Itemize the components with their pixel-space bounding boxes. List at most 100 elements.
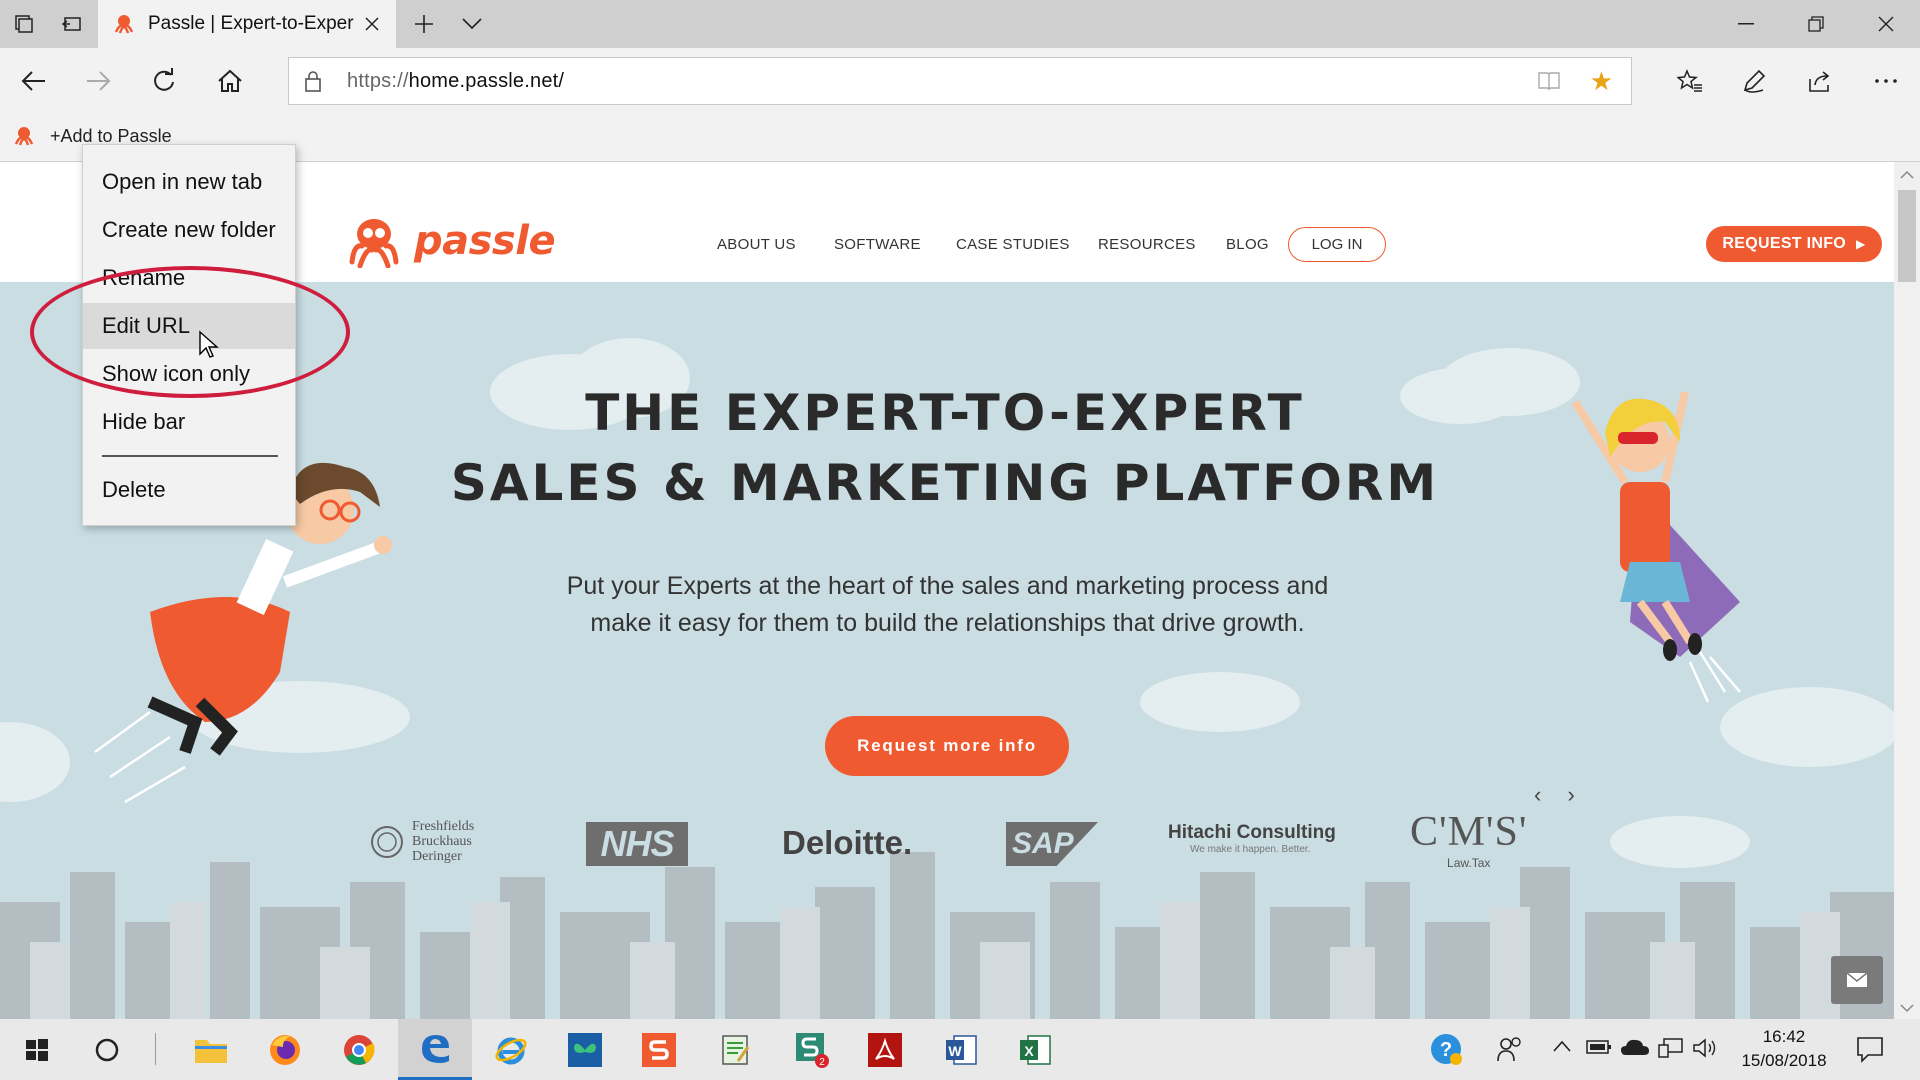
windows-logo-icon [26,1038,48,1061]
app-badge-count: 2 [819,1057,825,1068]
taskbar-divider [155,1033,156,1065]
svg-text:X: X [1024,1043,1034,1059]
url-protocol: https:// [347,70,409,92]
carousel-arrows[interactable]: ‹ › [1534,782,1585,808]
new-tab-icon[interactable] [400,0,448,48]
nav-about-us[interactable]: ABOUT US [717,236,796,253]
mail-icon [1846,972,1868,987]
nav-resources[interactable]: RESOURCES [1098,236,1196,253]
hitachi-tagline: We make it happen. Better. [1190,844,1311,855]
favorite-context-menu: Open in new tab Create new folder Rename… [82,144,296,526]
request-info-button[interactable]: REQUEST INFO ▶ [1706,226,1882,262]
taskbar-firefox-icon[interactable] [248,1019,322,1080]
tab-manager-icon[interactable] [0,0,48,48]
url-host: home.passle.net/ [408,70,565,92]
restore-icon[interactable] [1782,0,1850,48]
hero-title: THE EXPERT-TO-EXPERT SALES & MARKETING P… [420,378,1470,518]
help-icon[interactable]: ? [1428,1031,1464,1072]
client-logo-hitachi: Hitachi Consulting We make it happen. Be… [1168,822,1336,855]
system-clock[interactable]: 16:42 15/08/2018 [1722,1025,1846,1073]
request-more-info-button[interactable]: Request more info [825,716,1069,776]
nav-case-studies[interactable]: CASE STUDIES [956,236,1070,253]
tabs-aside-icon[interactable] [48,0,96,48]
menu-separator [102,455,278,457]
people-icon[interactable] [1496,1035,1524,1068]
menu-rename[interactable]: Rename [83,255,295,301]
network-icon[interactable] [1658,1037,1684,1064]
freshfields-line2: Bruckhaus [412,834,472,849]
clock-time: 16:42 [1762,1027,1806,1046]
start-button[interactable] [0,1019,74,1080]
close-window-icon[interactable] [1852,0,1920,48]
client-logo-freshfields: Freshfields Bruckhaus Deringer [370,819,474,864]
taskbar-acrobat-icon[interactable] [848,1019,922,1080]
passle-favicon-icon [14,127,34,146]
menu-open-in-new-tab[interactable]: Open in new tab [83,159,295,205]
contact-mail-button[interactable] [1831,956,1883,1004]
login-button[interactable]: LOG IN [1288,227,1386,262]
refresh-icon[interactable] [140,57,188,105]
address-bar[interactable]: https://home.passle.net/ ★ [288,57,1632,105]
tab-title: Passle | Expert-to-Exper [148,13,354,34]
tab-preview-chevron-icon[interactable] [448,0,496,48]
freshfields-line3: Deringer [412,849,462,864]
taskbar-butterfly-app-icon[interactable] [548,1019,622,1080]
favorite-star-icon[interactable]: ★ [1590,68,1613,94]
nav-blog[interactable]: BLOG [1226,236,1269,253]
freshfields-line1: Freshfields [412,819,475,834]
clock-date: 15/08/2018 [1741,1051,1827,1070]
cortana-search-button[interactable] [70,1019,144,1080]
nhs-label: NHS [600,823,674,864]
onedrive-cloud-icon[interactable] [1620,1037,1650,1062]
mouse-cursor-icon [199,330,219,358]
passle-favicon-icon [114,15,134,34]
taskbar-notepad-app-icon[interactable] [698,1019,772,1080]
taskbar-s-app-icon[interactable] [622,1019,696,1080]
menu-edit-url[interactable]: Edit URL [83,303,295,349]
cms-label: C'M'S' [1410,809,1528,855]
reading-view-icon[interactable] [1537,70,1561,97]
active-tab[interactable]: Passle | Expert-to-Exper [98,0,396,48]
hero-title-line1: THE EXPERT-TO-EXPERT [585,384,1305,442]
scroll-thumb[interactable] [1898,190,1916,282]
nav-software[interactable]: SOFTWARE [834,236,921,253]
logo-wordmark: passle [414,218,556,264]
menu-show-icon-only[interactable]: Show icon only [83,351,295,397]
home-icon[interactable] [206,57,254,105]
close-tab-icon[interactable] [358,10,386,38]
show-hidden-icons-chevron-icon[interactable] [1552,1039,1572,1058]
client-logo-deloitte: Deloitte. [782,824,913,861]
cms-tagline: Law.Tax [1447,856,1491,870]
octopus-logo-icon [349,219,399,268]
minimize-icon[interactable] [1712,0,1780,48]
taskbar-edge-icon[interactable] [398,1019,472,1080]
menu-create-new-folder[interactable]: Create new folder [83,207,295,253]
tab-bar: Passle | Expert-to-Exper [0,0,1920,48]
svg-text:W: W [948,1043,962,1059]
taskbar-excel-icon[interactable]: X [998,1019,1072,1080]
taskbar-chrome-icon[interactable] [322,1019,396,1080]
request-info-label: REQUEST INFO [1722,235,1847,252]
volume-icon[interactable] [1692,1037,1718,1064]
passle-logo[interactable]: passle [344,214,556,268]
back-icon[interactable] [10,57,58,105]
page-scrollbar[interactable] [1894,162,1920,1019]
taskbar-s-badge-app-icon[interactable]: 2 [774,1019,848,1080]
share-icon[interactable] [1796,57,1844,105]
favorites-hub-icon[interactable] [1666,57,1714,105]
taskbar-file-explorer-icon[interactable] [174,1019,248,1080]
navigation-bar: https://home.passle.net/ ★ [0,48,1920,114]
more-options-icon[interactable] [1862,57,1910,105]
taskbar-word-icon[interactable]: W [924,1019,998,1080]
cortana-circle-icon [95,1038,119,1061]
menu-hide-bar[interactable]: Hide bar [83,399,295,445]
scroll-up-icon[interactable] [1894,168,1920,182]
scroll-down-icon[interactable] [1894,1001,1920,1015]
web-note-pen-icon[interactable] [1730,57,1778,105]
menu-delete[interactable]: Delete [83,467,295,513]
taskbar-internet-explorer-icon[interactable] [474,1019,548,1080]
battery-icon[interactable] [1586,1039,1612,1060]
hero-subtitle: Put your Experts at the heart of the sal… [566,572,1329,637]
action-center-icon[interactable] [1856,1035,1884,1068]
forward-icon[interactable] [74,57,122,105]
